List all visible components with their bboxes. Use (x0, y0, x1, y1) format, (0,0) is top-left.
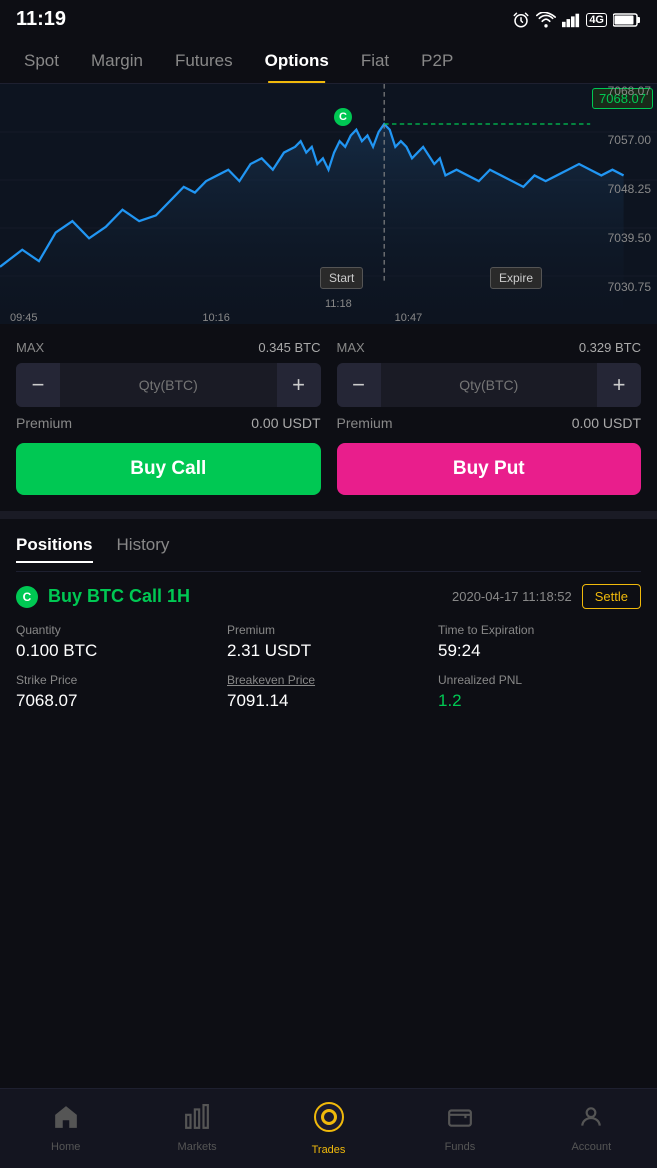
time-axis: 09:45 10:16 10:47 (0, 312, 597, 324)
max-row: MAX 0.345 BTC − + Premium 0.00 USDT MAX … (16, 340, 641, 431)
status-time: 11:19 (16, 8, 66, 31)
battery-icon (613, 12, 641, 28)
buy-call-button[interactable]: Buy Call (16, 443, 321, 495)
breakeven-value: 7091.14 (227, 691, 430, 711)
position-card: C Buy BTC Call 1H 2020-04-17 11:18:52 Se… (16, 571, 641, 723)
field-pnl: Unrealized PNL 1.2 (438, 673, 641, 711)
positions-section: Positions History C Buy BTC Call 1H 2020… (0, 519, 657, 739)
nav-funds-label: Funds (445, 1141, 476, 1153)
nav-trades[interactable]: Trades (263, 1101, 394, 1156)
tab-spot[interactable]: Spot (8, 39, 75, 83)
nav-markets-label: Markets (178, 1141, 217, 1153)
expiration-label: Time to Expiration (438, 623, 641, 637)
c-marker: C (334, 108, 352, 126)
field-quantity: Quantity 0.100 BTC (16, 623, 219, 661)
field-expiration: Time to Expiration 59:24 (438, 623, 641, 661)
strike-value: 7068.07 (16, 691, 219, 711)
tab-options[interactable]: Options (249, 39, 345, 83)
home-icon (53, 1104, 79, 1137)
pnl-value: 1.2 (438, 691, 641, 711)
divider (0, 511, 657, 519)
tab-positions[interactable]: Positions (16, 535, 93, 563)
status-bar: 11:19 4G (0, 0, 657, 39)
trading-section: MAX 0.345 BTC − + Premium 0.00 USDT MAX … (0, 324, 657, 511)
position-grid: Quantity 0.100 BTC Premium 2.31 USDT Tim… (16, 623, 641, 711)
nav-markets[interactable]: Markets (131, 1104, 262, 1153)
right-qty-minus[interactable]: − (337, 363, 381, 407)
tab-history[interactable]: History (117, 535, 170, 563)
left-max-label: MAX 0.345 BTC (16, 340, 321, 355)
account-icon (578, 1104, 604, 1137)
start-label: Start (320, 267, 363, 289)
field-strike: Strike Price 7068.07 (16, 673, 219, 711)
right-qty-input[interactable] (381, 377, 598, 393)
nav-home-label: Home (51, 1141, 80, 1153)
premium-value: 2.31 USDT (227, 641, 430, 661)
nav-account-label: Account (571, 1141, 611, 1153)
nav-trades-label: Trades (312, 1144, 346, 1156)
network-badge: 4G (586, 13, 607, 27)
expire-label: Expire (490, 267, 542, 289)
position-header: C Buy BTC Call 1H 2020-04-17 11:18:52 Se… (16, 584, 641, 609)
buy-put-button[interactable]: Buy Put (337, 443, 642, 495)
tab-p2p[interactable]: P2P (405, 39, 469, 83)
quantity-label: Quantity (16, 623, 219, 637)
expiration-value: 59:24 (438, 641, 641, 661)
settle-button[interactable]: Settle (582, 584, 641, 609)
nav-home[interactable]: Home (0, 1104, 131, 1153)
position-badge: C (16, 586, 38, 608)
tab-fiat[interactable]: Fiat (345, 39, 405, 83)
right-qty-plus[interactable]: + (597, 363, 641, 407)
trades-icon (313, 1101, 345, 1140)
left-premium-row: Premium 0.00 USDT (16, 415, 321, 431)
positions-tabs: Positions History (16, 535, 641, 563)
left-max: MAX 0.345 BTC − + Premium 0.00 USDT (16, 340, 321, 431)
buy-buttons-row: Buy Call Buy Put (16, 443, 641, 495)
pnl-label: Unrealized PNL (438, 673, 641, 687)
breakeven-label: Breakeven Price (227, 673, 430, 687)
field-breakeven: Breakeven Price 7091.14 (227, 673, 430, 711)
nav-tabs: Spot Margin Futures Options Fiat P2P (0, 39, 657, 84)
start-time: 11:18 (325, 298, 352, 310)
tab-futures[interactable]: Futures (159, 39, 249, 83)
field-premium: Premium 2.31 USDT (227, 623, 430, 661)
right-qty-control: − + (337, 363, 642, 407)
alarm-icon (512, 11, 530, 29)
funds-icon (447, 1104, 473, 1137)
tab-margin[interactable]: Margin (75, 39, 159, 83)
position-title: Buy BTC Call 1H (48, 586, 442, 607)
right-max: MAX 0.329 BTC − + Premium 0.00 USDT (337, 340, 642, 431)
price-axis: 7068.07 7057.00 7048.25 7039.50 7030.75 (608, 84, 651, 294)
markets-icon (184, 1104, 210, 1137)
chart-area[interactable]: C 7068.07 7068.07 7057.00 7048.25 7039.5… (0, 84, 657, 324)
bottom-nav: Home Markets Trades Funds Account (0, 1088, 657, 1168)
nav-funds[interactable]: Funds (394, 1104, 525, 1153)
wifi-icon (536, 12, 556, 28)
left-qty-plus[interactable]: + (277, 363, 321, 407)
position-date: 2020-04-17 11:18:52 (452, 589, 572, 604)
strike-label: Strike Price (16, 673, 219, 687)
right-premium-row: Premium 0.00 USDT (337, 415, 642, 431)
left-qty-control: − + (16, 363, 321, 407)
quantity-value: 0.100 BTC (16, 641, 219, 661)
signal-icon (562, 12, 580, 28)
premium-label: Premium (227, 623, 430, 637)
left-qty-minus[interactable]: − (16, 363, 60, 407)
nav-account[interactable]: Account (526, 1104, 657, 1153)
left-qty-input[interactable] (60, 377, 277, 393)
right-max-label: MAX 0.329 BTC (337, 340, 642, 355)
status-icons: 4G (512, 11, 641, 29)
